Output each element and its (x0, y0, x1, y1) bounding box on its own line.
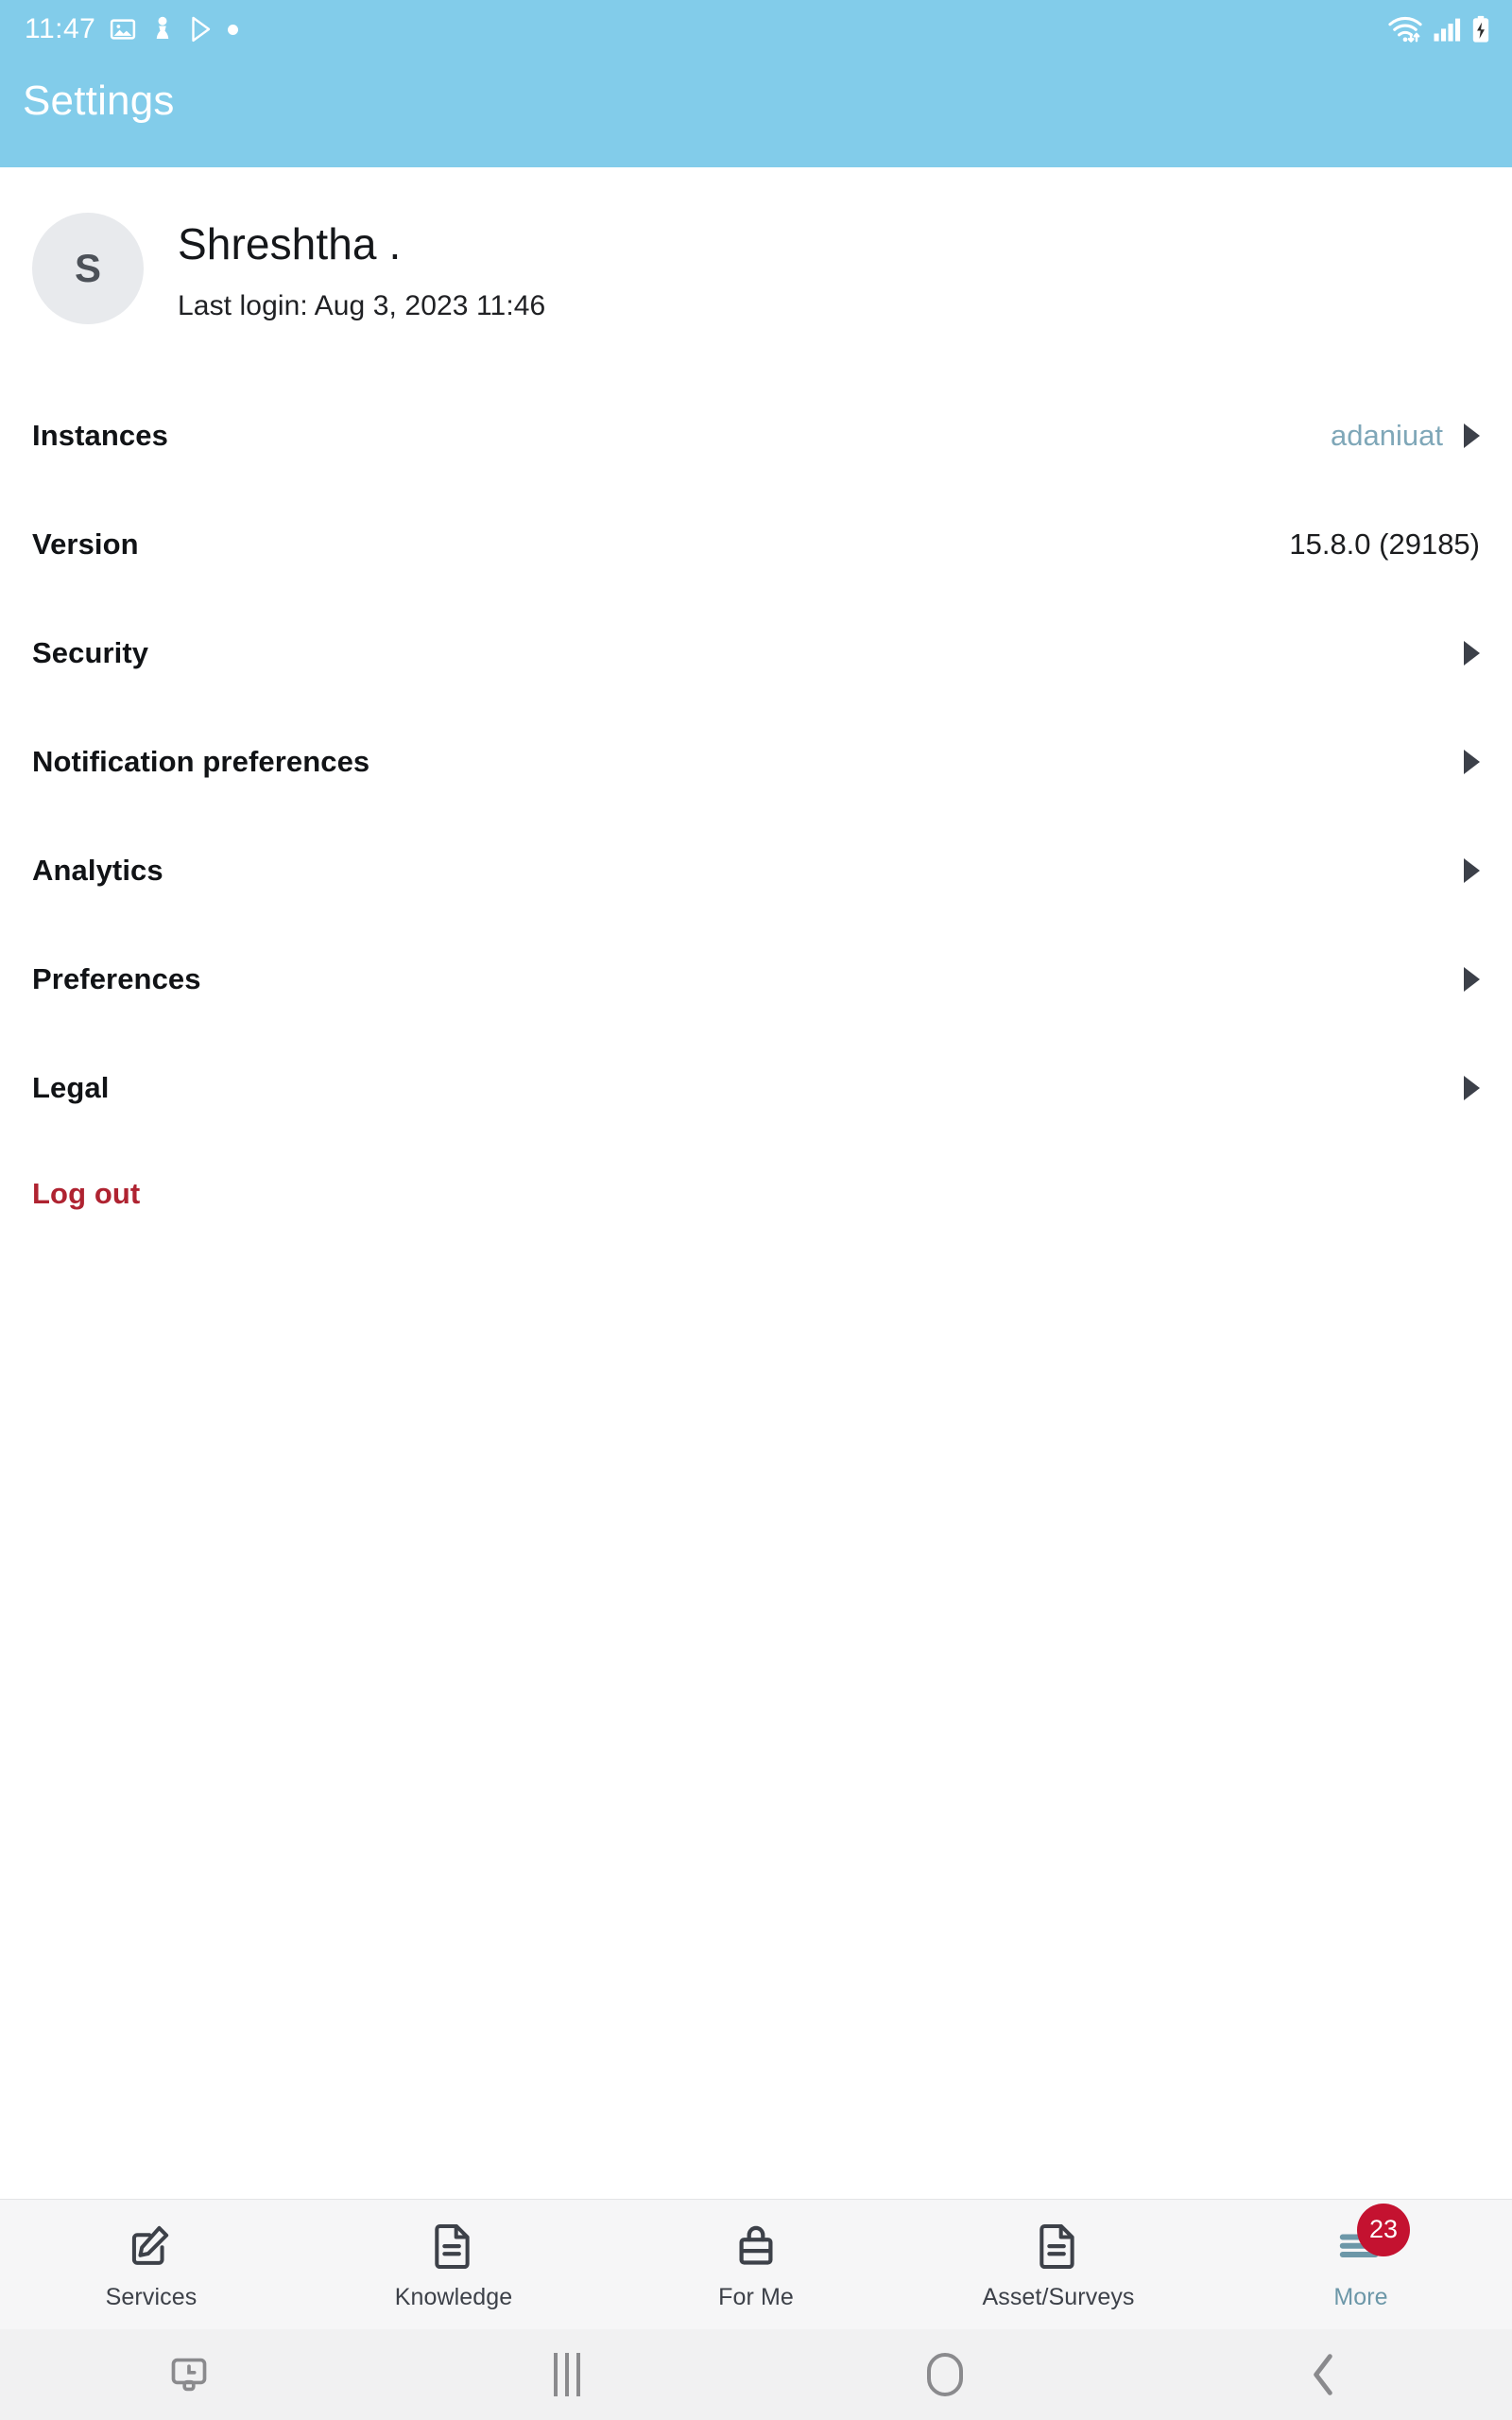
profile-name: Shreshtha . (178, 219, 402, 268)
pawn-icon (150, 15, 175, 43)
settings-row-value: 15.8.0 (29185) (1289, 527, 1480, 561)
back-icon[interactable] (1134, 2352, 1512, 2397)
profile-last-login: Last login: Aug 3, 2023 11:46 (178, 290, 546, 322)
settings-row-label: Preferences (32, 961, 201, 995)
tab-label: Services (105, 2283, 198, 2310)
settings-row-label: Legal (32, 1070, 110, 1104)
profile-section[interactable]: S Shreshtha . Last login: Aug 3, 2023 11… (0, 167, 1512, 324)
chevron-right-icon (1464, 1075, 1480, 1100)
tab-services[interactable]: Services (0, 2200, 302, 2329)
settings-row-instances[interactable]: Instances adaniuat (0, 381, 1512, 490)
chevron-right-icon (1464, 640, 1480, 666)
settings-row-preferences[interactable]: Preferences (0, 925, 1512, 1033)
status-bar-clock: 11:47 (25, 13, 96, 44)
settings-row-label: Notification preferences (32, 744, 370, 778)
cellular-signal-icon (1433, 16, 1461, 43)
recents-glyph (554, 2353, 580, 2396)
settings-row-label: Version (32, 527, 139, 561)
settings-row-right (1464, 749, 1480, 774)
settings-row-label: Security (32, 635, 149, 669)
wifi-icon (1387, 15, 1423, 43)
settings-content: S Shreshtha . Last login: Aug 3, 2023 11… (0, 167, 1512, 2199)
avatar: S (32, 213, 144, 324)
settings-row-right (1464, 857, 1480, 883)
settings-row-list: Instances adaniuat Version 15.8.0 (29185… (0, 381, 1512, 1246)
tab-for-me[interactable]: For Me (605, 2200, 907, 2329)
app-bar: Settings (0, 59, 1512, 167)
bottom-tab-bar: Services Knowledge For Me Asset/Surveys … (0, 2199, 1512, 2329)
home-glyph (927, 2353, 963, 2396)
settings-row-right (1464, 1075, 1480, 1100)
settings-row-value: adaniuat (1331, 418, 1443, 452)
tab-label: Asset/Surveys (982, 2283, 1135, 2310)
settings-row-version: Version 15.8.0 (29185) (0, 490, 1512, 598)
tab-label: Knowledge (394, 2283, 513, 2310)
settings-row-right (1464, 966, 1480, 992)
document-icon (432, 2219, 475, 2272)
tab-asset-surveys[interactable]: Asset/Surveys (907, 2200, 1210, 2329)
edit-square-icon (128, 2219, 175, 2272)
chevron-right-icon (1464, 749, 1480, 774)
logout-button[interactable]: Log out (0, 1142, 1512, 1246)
recents-icon[interactable] (378, 2353, 756, 2396)
settings-row-label: Instances (32, 418, 168, 452)
status-bar-left: 11:47 (25, 13, 239, 45)
status-bar-right (1387, 15, 1491, 43)
image-icon (109, 15, 137, 43)
more-badge: 23 (1357, 2203, 1410, 2256)
hamburger-icon: 23 (1334, 2203, 1410, 2272)
settings-row-right: 15.8.0 (29185) (1289, 527, 1480, 562)
tab-label: More (1333, 2283, 1388, 2310)
battery-charging-icon (1470, 15, 1491, 43)
settings-row-right: adaniuat (1331, 419, 1480, 453)
tab-label: For Me (718, 2283, 794, 2310)
phone-screen: 11:47 Settings S Shreshtha . Last login:… (0, 0, 1512, 2420)
home-icon[interactable] (756, 2353, 1134, 2396)
play-store-icon (188, 15, 215, 43)
settings-row-right (1464, 640, 1480, 666)
document-icon (1037, 2219, 1080, 2272)
screen-clock-icon[interactable] (0, 2354, 378, 2395)
dot-icon (228, 24, 239, 35)
settings-row-notification-preferences[interactable]: Notification preferences (0, 707, 1512, 816)
logout-label: Log out (32, 1177, 141, 1210)
settings-row-analytics[interactable]: Analytics (0, 816, 1512, 925)
briefcase-icon (734, 2219, 778, 2272)
system-navigation-bar (0, 2329, 1512, 2420)
profile-text: Shreshtha . Last login: Aug 3, 2023 11:4… (178, 211, 545, 322)
tab-more[interactable]: 23 More (1210, 2200, 1512, 2329)
settings-row-label: Analytics (32, 853, 163, 887)
status-bar: 11:47 (0, 0, 1512, 59)
tab-knowledge[interactable]: Knowledge (302, 2200, 605, 2329)
page-title: Settings (23, 78, 175, 124)
chevron-right-icon (1464, 857, 1480, 883)
settings-row-security[interactable]: Security (0, 598, 1512, 707)
settings-row-legal[interactable]: Legal (0, 1033, 1512, 1142)
chevron-right-icon (1464, 423, 1480, 448)
chevron-right-icon (1464, 966, 1480, 992)
